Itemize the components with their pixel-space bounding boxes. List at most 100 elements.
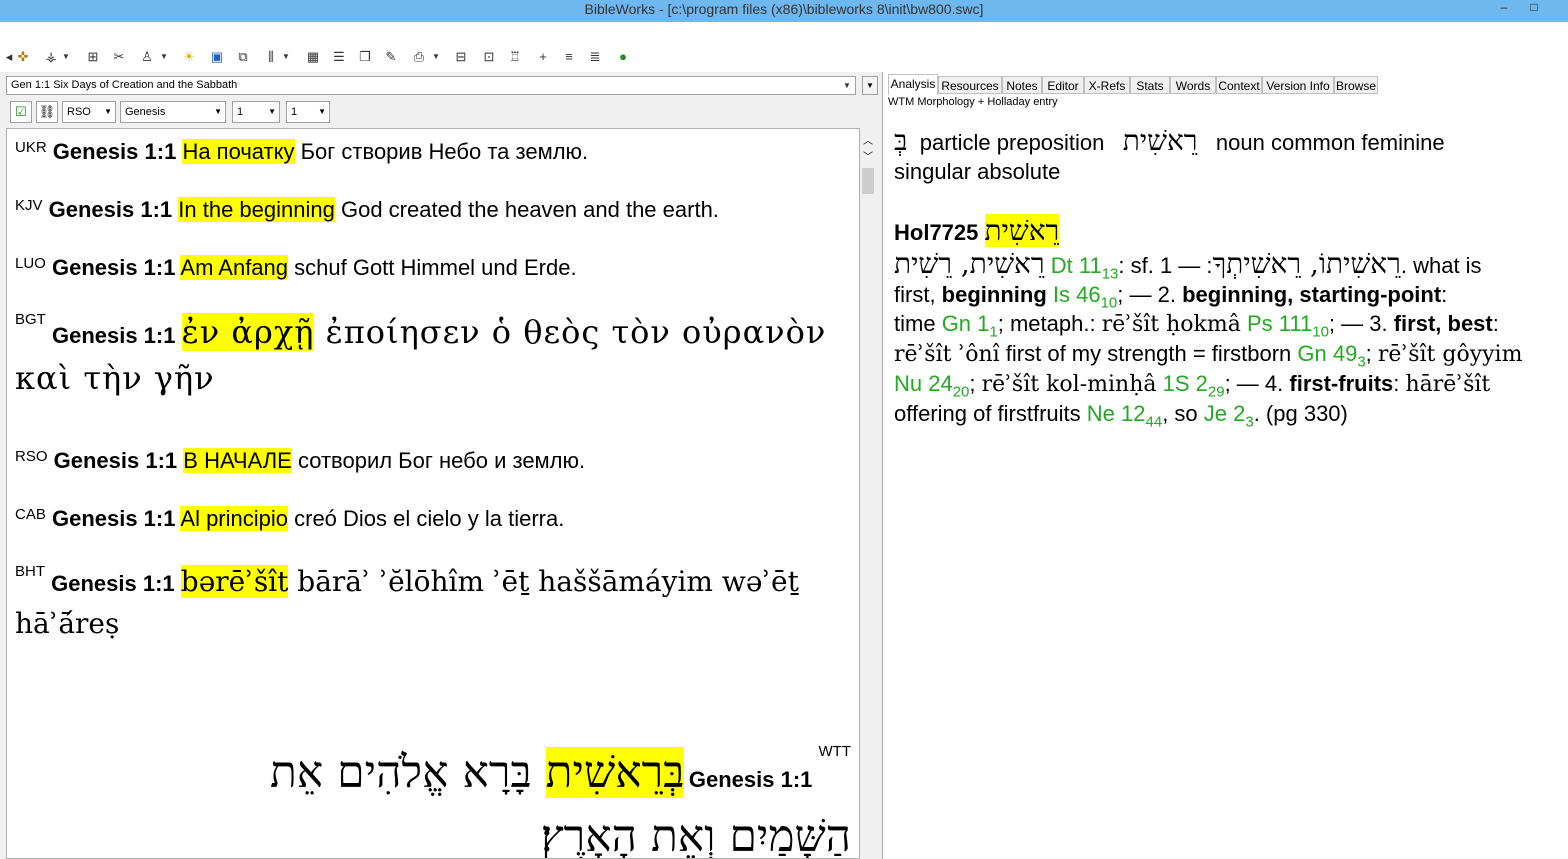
ref-link-sub: 3	[1245, 413, 1254, 431]
version-select[interactable]: RSO ▼	[62, 101, 116, 123]
tab-version-info[interactable]: Version Info	[1262, 76, 1334, 94]
chapter-select[interactable]: 1 ▼	[232, 101, 280, 123]
ref-link[interactable]: Ps 111	[1247, 311, 1312, 336]
ref-link[interactable]: Is 46	[1053, 282, 1101, 307]
minimize-button[interactable]: –	[1492, 0, 1516, 18]
chevron-down-icon[interactable]: ▼	[839, 77, 855, 94]
ref-link[interactable]: Dt 11	[1051, 253, 1102, 278]
ref-link[interactable]: 1S 2	[1163, 371, 1208, 396]
version-label: BGT	[15, 311, 46, 328]
window-icon[interactable]: ▣	[208, 48, 226, 66]
verse-row-wtt[interactable]: Genesis 1:1 WTT בְּרֵאשִׁית בָּרָא אֱלֹה…	[51, 741, 851, 858]
verse-row-cab[interactable]: CAB Genesis 1:1 Al principio creó Dios e…	[15, 504, 564, 534]
scroll-up-icon[interactable]: ︿	[860, 132, 876, 147]
prefix-hebrew[interactable]: בְּ	[894, 124, 908, 157]
scroll-thumb[interactable]	[862, 168, 874, 194]
verse-row-rso[interactable]: RSO Genesis 1:1 В НАЧАЛЕ сотворил Бог не…	[15, 446, 585, 476]
entry-text: ;	[1365, 341, 1378, 366]
ref-link[interactable]: Gn 1	[942, 311, 990, 336]
bookmark-icon[interactable]: ⊞	[84, 48, 102, 66]
tab-notes[interactable]: Notes	[1002, 76, 1042, 94]
lexicon-entry: Hol7725 רֵאשִׁית רֵאשִׁית, רֵשִׁית Dt 11…	[894, 214, 1554, 431]
layout-icon[interactable]: ⊡	[480, 48, 498, 66]
tab-stats[interactable]: Stats	[1130, 76, 1170, 94]
plus-icon[interactable]: +	[534, 48, 552, 66]
verse-row-ukr[interactable]: UKR Genesis 1:1 На початку Бог створив Н…	[15, 137, 588, 167]
ref-link-sub: 13	[1101, 265, 1119, 283]
entry-translit: rēʾšît ʾônî	[894, 342, 1000, 367]
chevron-down-icon[interactable]: ▼	[282, 48, 290, 66]
book-icon[interactable]: ♖	[506, 48, 524, 66]
highlighted-word[interactable]: На початку	[182, 139, 295, 164]
copy-icon[interactable]: ❐	[356, 48, 374, 66]
search-tool-icon[interactable]: ⚶	[42, 48, 60, 66]
word-hebrew[interactable]: רֵאשִׁית	[1123, 124, 1198, 157]
scroll-down-icon[interactable]: ﹀	[860, 148, 876, 163]
entry-text: ; — 2.	[1117, 282, 1183, 307]
entry-text: :	[1393, 371, 1406, 396]
entry-text: ;	[969, 371, 982, 396]
version-label: WTT	[818, 743, 851, 760]
pane-menu-button[interactable]: ▼	[862, 76, 878, 95]
ref-link-sub: 20	[952, 383, 970, 401]
highlighted-word[interactable]: בְּרֵאשִׁית	[545, 747, 685, 798]
entry-forms: רֵאשִׁית, רֵשִׁית	[894, 247, 1045, 280]
print-icon[interactable]: ⎙	[410, 48, 428, 66]
verse-text-line2: καὶ τὴν γῆν	[15, 359, 215, 397]
verse-text: ἐποίησεν ὁ θεὸς τὸν οὐρανὸν	[314, 313, 827, 351]
tab-analysis[interactable]: Analysis	[888, 74, 938, 95]
maximize-button[interactable]: □	[1522, 0, 1546, 18]
verse-row-kjv[interactable]: KJV Genesis 1:1 In the beginning God cre…	[15, 195, 719, 225]
verse-list: UKR Genesis 1:1 На початку Бог створив Н…	[6, 128, 860, 859]
verse-scrollbar[interactable]: ︿ ﹀	[860, 128, 876, 859]
tab-editor[interactable]: Editor	[1042, 76, 1084, 94]
verse-context-combo[interactable]: Gen 1:1 Six Days of Creation and the Sab…	[6, 76, 856, 95]
highlighted-word[interactable]: bərēʾšît	[180, 565, 289, 598]
list-icon[interactable]: ☰	[330, 48, 348, 66]
verse-ref: Genesis 1:1	[48, 197, 173, 222]
ref-link[interactable]: Je 2	[1204, 401, 1246, 426]
verse-row-bht[interactable]: BHT Genesis 1:1 bərēʾšît bārāʾ ʾĕlōhîm ʾ…	[15, 561, 845, 645]
entry-translit: rēʾšît kol-minḥâ	[981, 372, 1157, 397]
ev-icon[interactable]: ≡	[560, 48, 578, 66]
lamp-icon[interactable]: ☀	[180, 48, 198, 66]
person-icon[interactable]: ♙	[138, 48, 156, 66]
link-icon[interactable]: ⛓	[36, 101, 58, 123]
ref-link-sub: 3	[1357, 353, 1366, 371]
entry-text: ; — 3.	[1328, 311, 1394, 336]
chevron-down-icon[interactable]: ▼	[62, 48, 70, 66]
chevron-down-icon[interactable]: ▼	[160, 48, 168, 66]
edit-icon[interactable]: ✎	[382, 48, 400, 66]
verse-row-luo[interactable]: LUO Genesis 1:1 Am Anfang schuf Gott Him…	[15, 253, 577, 283]
morphology-block: בְּ particle preposition רֵאשִׁית noun c…	[894, 126, 1554, 186]
ew-icon[interactable]: ≣	[586, 48, 604, 66]
tools-icon[interactable]: ✂	[110, 48, 128, 66]
ref-link[interactable]: Ne 12	[1087, 401, 1146, 426]
highlighted-word[interactable]: В НАЧАЛЕ	[183, 448, 292, 473]
highlighted-word[interactable]: ἐν ἀρχῇ	[181, 313, 315, 351]
verse-row-bgt[interactable]: BGT Genesis 1:1 ἐν ἀρχῇ ἐποίησεν ὁ θεὸς …	[15, 309, 845, 401]
crosshair-icon[interactable]: ✜	[14, 48, 32, 66]
tab-xrefs[interactable]: X-Refs	[1084, 76, 1130, 94]
ref-link[interactable]: Nu 24	[894, 371, 953, 396]
windows-icon[interactable]: ⧉	[234, 48, 252, 66]
tab-words[interactable]: Words	[1170, 76, 1216, 94]
tab-context[interactable]: Context	[1216, 76, 1262, 94]
verse-select[interactable]: 1 ▼	[286, 101, 330, 123]
highlighted-word[interactable]: Al principio	[180, 506, 288, 531]
compare-icon[interactable]: ⊟	[452, 48, 470, 66]
book-select[interactable]: Genesis ▼	[120, 101, 226, 123]
checkmark-icon[interactable]: ☑	[10, 101, 32, 123]
ref-link[interactable]: Gn 49	[1297, 341, 1357, 366]
globe-icon[interactable]: ●	[614, 48, 632, 66]
tab-resources[interactable]: Resources	[938, 76, 1002, 94]
verse-text: creó Dios el cielo y la tierra.	[288, 506, 565, 531]
columns-icon[interactable]: ⫼	[262, 48, 280, 66]
highlighted-word[interactable]: Am Anfang	[180, 255, 289, 280]
chevron-down-icon[interactable]: ▼	[432, 48, 440, 66]
grid-icon[interactable]: ▦	[304, 48, 322, 66]
highlighted-word[interactable]: In the beginning	[178, 197, 335, 222]
main-toolbar: ◂ ✜ ⚶ ▼ ⊞ ✂ ♙ ▼ ☀ ▣ ⧉ ⫼ ▼ ▦ ☰ ❐ ✎ ⎙ ▼ ⊟ …	[0, 44, 1568, 70]
tab-browse[interactable]: Browse	[1334, 76, 1378, 94]
entry-text: :	[1492, 311, 1499, 336]
